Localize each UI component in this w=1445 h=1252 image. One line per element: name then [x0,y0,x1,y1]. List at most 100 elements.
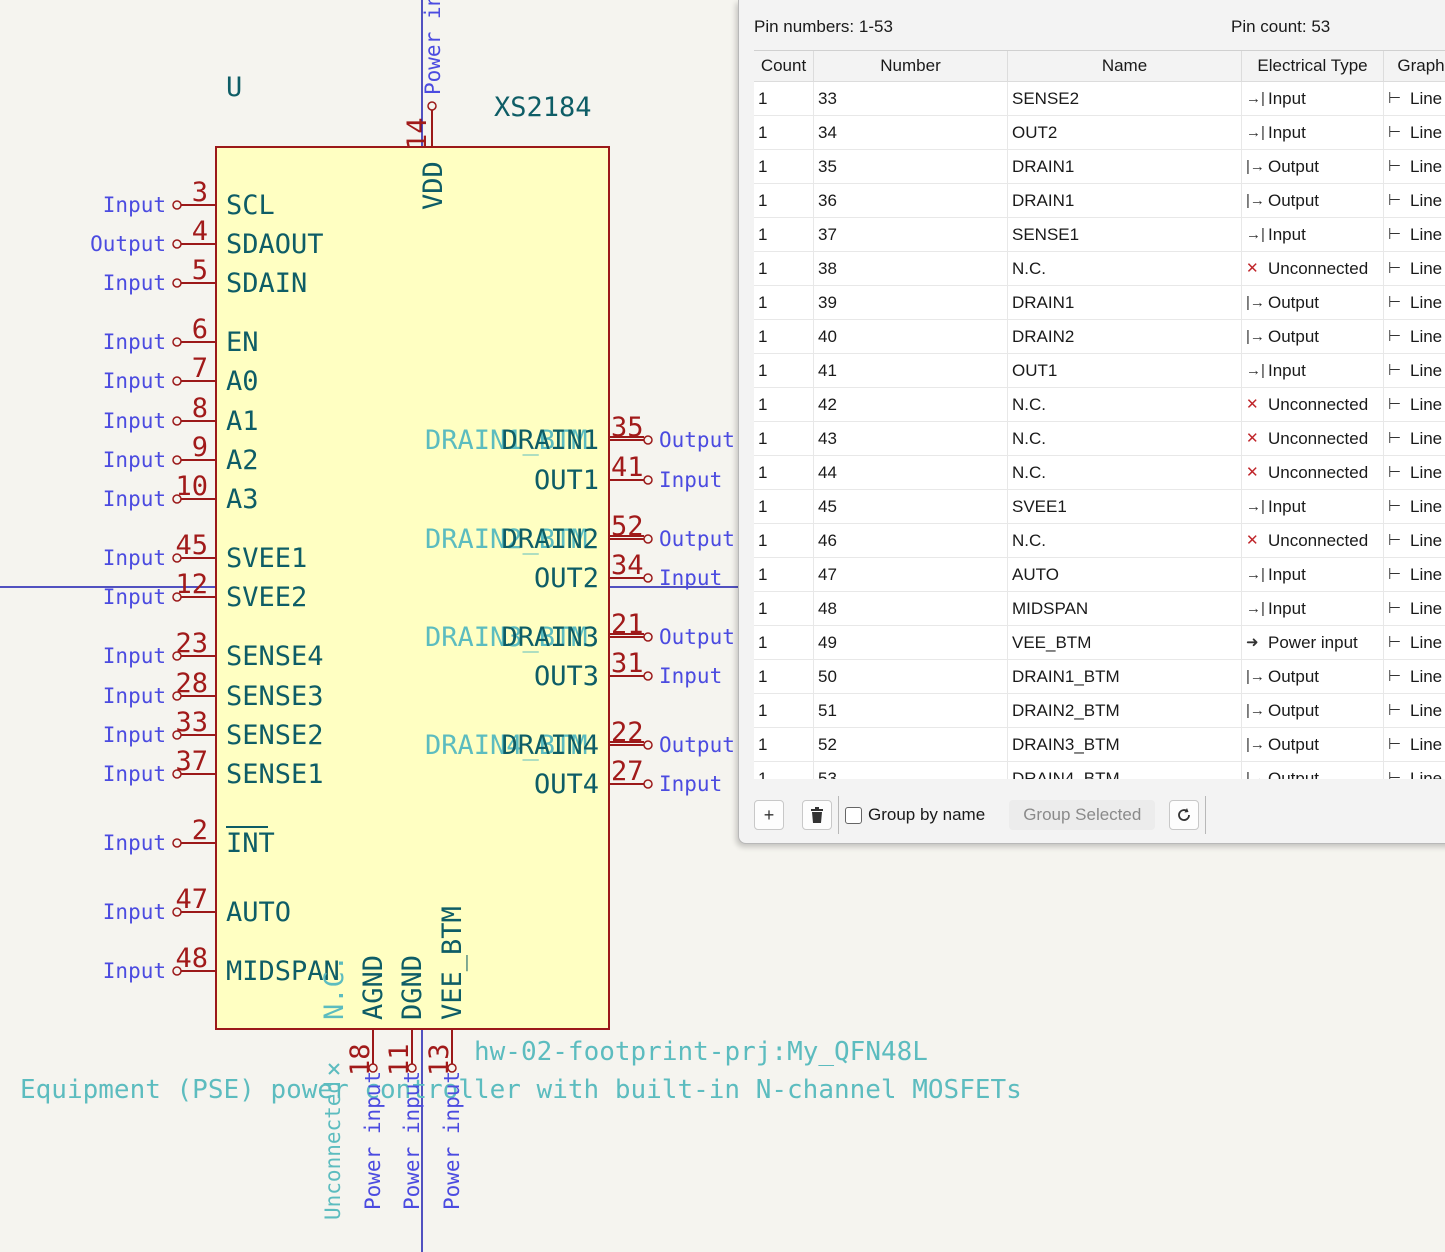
cell-graphic[interactable]: ⊢ Line [1384,252,1445,285]
cell-name[interactable]: DRAIN2_BTM [1008,694,1242,727]
cell-number[interactable]: 36 [814,184,1008,217]
cell-graphic[interactable]: ⊢ Line [1384,286,1445,319]
table-row[interactable]: 1 45 SVEE1 →| Input ⊢ Line [754,490,1445,524]
cell-name[interactable]: N.C. [1008,456,1242,489]
add-pin-button[interactable]: + [754,800,784,830]
cell-number[interactable]: 53 [814,762,1008,779]
cell-graphic[interactable]: ⊢ Line [1384,456,1445,489]
cell-number[interactable]: 52 [814,728,1008,761]
cell-number[interactable]: 40 [814,320,1008,353]
refresh-button[interactable] [1169,800,1200,830]
cell-graphic[interactable]: ⊢ Line [1384,592,1445,625]
cell-type[interactable]: |→ Output [1242,728,1384,761]
table-row[interactable]: 1 37 SENSE1 →| Input ⊢ Line [754,218,1445,252]
cell-number[interactable]: 48 [814,592,1008,625]
cell-name[interactable]: OUT1 [1008,354,1242,387]
group-by-name-checkbox[interactable] [845,806,862,824]
cell-number[interactable]: 41 [814,354,1008,387]
cell-type[interactable]: →| Input [1242,558,1384,591]
group-selected-button[interactable]: Group Selected [1009,800,1156,830]
cell-count[interactable]: 1 [754,252,814,285]
cell-type[interactable]: |→ Output [1242,184,1384,217]
table-row[interactable]: 1 34 OUT2 →| Input ⊢ Line [754,116,1445,150]
cell-count[interactable]: 1 [754,184,814,217]
cell-type[interactable]: →| Input [1242,592,1384,625]
cell-number[interactable]: 45 [814,490,1008,523]
cell-name[interactable]: DRAIN1_BTM [1008,660,1242,693]
cell-type[interactable]: ✕ Unconnected [1242,422,1384,455]
column-graphic[interactable]: Graph [1384,51,1445,81]
cell-name[interactable]: N.C. [1008,388,1242,421]
cell-count[interactable]: 1 [754,354,814,387]
cell-type[interactable]: ✕ Unconnected [1242,252,1384,285]
cell-name[interactable]: N.C. [1008,524,1242,557]
cell-name[interactable]: MIDSPAN [1008,592,1242,625]
cell-count[interactable]: 1 [754,218,814,251]
cell-name[interactable]: DRAIN2 [1008,320,1242,353]
cell-type[interactable]: →| Input [1242,490,1384,523]
cell-count[interactable]: 1 [754,558,814,591]
table-row[interactable]: 1 41 OUT1 →| Input ⊢ Line [754,354,1445,388]
group-by-name-label[interactable]: Group by name [868,805,985,825]
table-row[interactable]: 1 52 DRAIN3_BTM |→ Output ⊢ Line [754,728,1445,762]
cell-name[interactable]: SENSE1 [1008,218,1242,251]
cell-number[interactable]: 34 [814,116,1008,149]
column-electrical-type[interactable]: Electrical Type [1242,51,1384,81]
cell-name[interactable]: DRAIN1 [1008,286,1242,319]
reference-field[interactable]: U [226,72,242,103]
cell-type[interactable]: |→ Output [1242,320,1384,353]
cell-number[interactable]: 38 [814,252,1008,285]
cell-type[interactable]: |→ Output [1242,150,1384,183]
cell-number[interactable]: 35 [814,150,1008,183]
cell-graphic[interactable]: ⊢ Line [1384,558,1445,591]
cell-number[interactable]: 42 [814,388,1008,421]
column-count[interactable]: Count [754,51,814,81]
value-field[interactable]: XS2184 [494,92,592,123]
cell-count[interactable]: 1 [754,490,814,523]
cell-graphic[interactable]: ⊢ Line [1384,82,1445,115]
cell-type[interactable]: ✕ Unconnected [1242,388,1384,421]
cell-number[interactable]: 51 [814,694,1008,727]
cell-graphic[interactable]: ⊢ Line [1384,524,1445,557]
cell-name[interactable]: SVEE1 [1008,490,1242,523]
table-row[interactable]: 1 44 N.C. ✕ Unconnected ⊢ Line [754,456,1445,490]
cell-count[interactable]: 1 [754,592,814,625]
cell-count[interactable]: 1 [754,456,814,489]
cell-graphic[interactable]: ⊢ Line [1384,626,1445,659]
table-row[interactable]: 1 39 DRAIN1 |→ Output ⊢ Line [754,286,1445,320]
cell-count[interactable]: 1 [754,422,814,455]
cell-count[interactable]: 1 [754,116,814,149]
cell-name[interactable]: DRAIN4_BTM [1008,762,1242,779]
cell-graphic[interactable]: ⊢ Line [1384,728,1445,761]
cell-name[interactable]: N.C. [1008,422,1242,455]
cell-name[interactable]: AUTO [1008,558,1242,591]
table-row[interactable]: 1 47 AUTO →| Input ⊢ Line [754,558,1445,592]
cell-type[interactable]: |→ Output [1242,660,1384,693]
cell-graphic[interactable]: ⊢ Line [1384,354,1445,387]
cell-count[interactable]: 1 [754,286,814,319]
cell-number[interactable]: 37 [814,218,1008,251]
cell-name[interactable]: DRAIN1 [1008,184,1242,217]
cell-graphic[interactable]: ⊢ Line [1384,150,1445,183]
table-row[interactable]: 1 46 N.C. ✕ Unconnected ⊢ Line [754,524,1445,558]
cell-type[interactable]: ✕ Unconnected [1242,456,1384,489]
cell-name[interactable]: DRAIN1 [1008,150,1242,183]
column-name[interactable]: Name [1008,51,1242,81]
cell-count[interactable]: 1 [754,728,814,761]
cell-number[interactable]: 49 [814,626,1008,659]
table-row[interactable]: 1 35 DRAIN1 |→ Output ⊢ Line [754,150,1445,184]
cell-name[interactable]: N.C. [1008,252,1242,285]
table-row[interactable]: 1 38 N.C. ✕ Unconnected ⊢ Line [754,252,1445,286]
cell-name[interactable]: SENSE2 [1008,82,1242,115]
cell-graphic[interactable]: ⊢ Line [1384,218,1445,251]
cell-graphic[interactable]: ⊢ Line [1384,184,1445,217]
column-number[interactable]: Number [814,51,1008,81]
cell-type[interactable]: →| Input [1242,82,1384,115]
cell-count[interactable]: 1 [754,320,814,353]
cell-graphic[interactable]: ⊢ Line [1384,116,1445,149]
cell-name[interactable]: OUT2 [1008,116,1242,149]
cell-type[interactable]: |→ Output [1242,762,1384,779]
footprint-field[interactable]: hw-02-footprint-prj:My_QFN48L [474,1037,928,1067]
table-row[interactable]: 1 50 DRAIN1_BTM |→ Output ⊢ Line [754,660,1445,694]
table-row[interactable]: 1 49 VEE_BTM ➜ Power input ⊢ Line [754,626,1445,660]
